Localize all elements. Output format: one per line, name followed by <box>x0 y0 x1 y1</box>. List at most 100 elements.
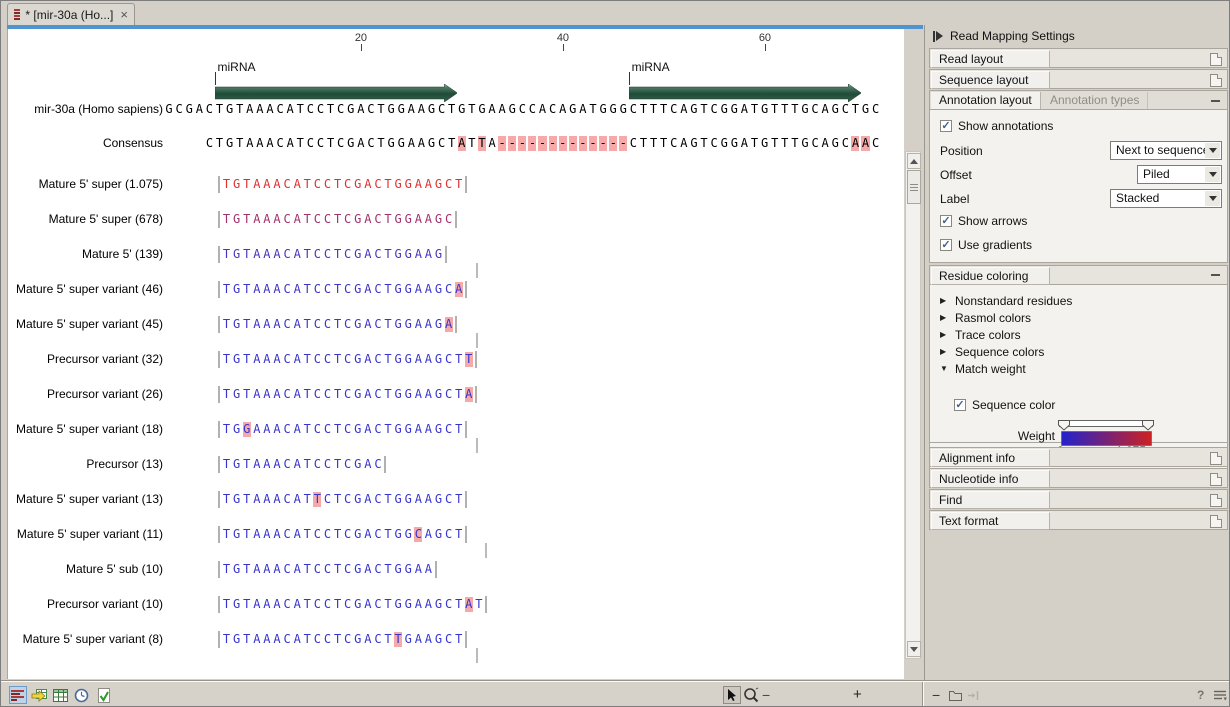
sequence-char: A <box>423 282 433 297</box>
scroll-down-button[interactable] <box>907 641 921 657</box>
triangle-collapsed-icon[interactable]: ▶ <box>940 330 949 339</box>
residue-item-trace-colors[interactable]: ▶Trace colors <box>940 327 1021 342</box>
triangle-collapsed-icon[interactable]: ▶ <box>940 347 949 356</box>
mirna-annotation-arrow[interactable] <box>215 84 457 102</box>
zoom-in-button[interactable]: + <box>853 686 862 704</box>
zoom-out-button[interactable]: − <box>762 686 770 704</box>
residue-item-nonstandard-residues[interactable]: ▶Nonstandard residues <box>940 293 1072 308</box>
vertical-scrollbar[interactable] <box>905 151 921 659</box>
read-row[interactable]: Mature 5' super variant (11)TGTAAACATCCT… <box>8 527 904 547</box>
residue-item-rasmol-colors[interactable]: ▶Rasmol colors <box>940 310 1031 325</box>
show-annotations-checkbox[interactable]: ✓ <box>940 120 952 132</box>
read-row[interactable]: Precursor variant (10)TGTAAACATCCTCGACTG… <box>8 597 904 617</box>
group-text-format[interactable]: Text format <box>929 510 1228 530</box>
group-read-layout[interactable]: Read layout <box>929 48 1228 68</box>
read-row[interactable]: Mature 5' sub (10)TGTAAACATCCTCGACTGGAA <box>8 562 904 582</box>
tab-close-icon[interactable]: × <box>120 8 128 21</box>
sequence-char: C <box>305 136 315 151</box>
slider-handle-left[interactable] <box>1059 421 1070 431</box>
sequence-char: C <box>282 352 292 367</box>
panel-page-icon[interactable] <box>1210 473 1222 486</box>
panel-menu-button[interactable] <box>1211 686 1229 704</box>
residue-coloring-title: Residue coloring <box>931 267 1050 285</box>
show-annotations-row[interactable]: ✓ Show annotations <box>940 119 1053 133</box>
offset-dropdown[interactable]: Piled <box>1137 165 1222 184</box>
residue-item-match-weight[interactable]: ▼Match weight <box>940 361 1026 376</box>
float-panel-button[interactable] <box>946 686 964 704</box>
use-gradients-checkbox[interactable]: ✓ <box>940 239 952 251</box>
scroll-up-button[interactable] <box>907 153 921 169</box>
sequence-char: G <box>353 387 363 402</box>
sequence-char: G <box>396 136 406 151</box>
sequence-char: C <box>444 177 454 192</box>
show-element-info-button[interactable] <box>95 686 113 704</box>
weight-gradient-slider[interactable] <box>1057 417 1157 447</box>
read-row[interactable]: Precursor variant (26)TGTAAACATCCTCGACTG… <box>8 387 904 407</box>
sequence-char: A <box>558 102 568 117</box>
triangle-expanded-icon[interactable]: ▼ <box>940 364 949 373</box>
panel-page-icon[interactable] <box>1210 452 1222 465</box>
read-row[interactable]: Precursor variant (32)TGTAAACATCCTCGACTG… <box>8 352 904 372</box>
dock-panel-button[interactable] <box>964 686 982 704</box>
show-arrows-checkbox[interactable]: ✓ <box>940 215 952 227</box>
sequence-char: T <box>295 136 305 151</box>
read-row[interactable]: Mature 5' super variant (45)TGTAAACATCCT… <box>8 317 904 337</box>
minimize-section-icon[interactable] <box>1211 274 1220 276</box>
show-history-button[interactable] <box>72 686 90 704</box>
help-button[interactable]: ? <box>1197 686 1204 704</box>
read-row[interactable]: Mature 5' (139)TGTAAACATCCTCGACTGGAAG <box>8 247 904 267</box>
group-alignment-info[interactable]: Alignment info <box>929 447 1228 467</box>
sequence-char: T <box>447 136 457 151</box>
read-row[interactable]: Mature 5' super variant (18)TGGAAACATCCT… <box>8 422 904 442</box>
sequence-char: A <box>413 212 423 227</box>
group-sequence-layout[interactable]: Sequence layout <box>929 69 1228 89</box>
sequence-char: A <box>363 352 373 367</box>
triangle-collapsed-icon[interactable]: ▶ <box>940 296 949 305</box>
slider-handle-right[interactable] <box>1143 421 1154 431</box>
show-table-button[interactable] <box>51 686 69 704</box>
group-nucleotide-info[interactable]: Nucleotide info <box>929 468 1228 488</box>
residue-item-sequence-colors[interactable]: ▶Sequence colors <box>940 344 1044 359</box>
sequence-char: - <box>618 136 628 151</box>
sequence-color-row[interactable]: ✓ Sequence color <box>954 398 1055 412</box>
collapse-sidepanel-button[interactable]: − <box>932 686 940 704</box>
minimize-section-icon[interactable] <box>1211 100 1220 102</box>
use-gradients-row[interactable]: ✓ Use gradients <box>940 238 1032 252</box>
sequence-char: T <box>383 492 393 507</box>
panel-page-icon[interactable] <box>1210 74 1222 87</box>
read-row[interactable]: Mature 5' super (678)TGTAAACATCCTCGACTGG… <box>8 212 904 232</box>
read-row[interactable]: Mature 5' super variant (13)TGTAAACATTCT… <box>8 492 904 512</box>
open-table-button[interactable] <box>30 686 48 704</box>
group-find[interactable]: Find <box>929 489 1228 509</box>
selection-tool-button[interactable] <box>723 686 741 704</box>
label-dropdown[interactable]: Stacked <box>1110 189 1222 208</box>
sequence-char: C <box>322 457 332 472</box>
show-read-mapping-button[interactable] <box>9 686 27 704</box>
sequence-char: A <box>262 212 272 227</box>
read-row[interactable]: Mature 5' super variant (46)TGTAAACATCCT… <box>8 282 904 302</box>
status-bar: − + 1:1 − <box>1 681 1229 707</box>
mirna-annotation-arrow[interactable] <box>629 84 861 102</box>
tab-mir30a[interactable]: * [mir-30a (Ho...] × <box>7 3 135 25</box>
read-boundary-tick <box>476 438 478 453</box>
show-arrows-row[interactable]: ✓ Show arrows <box>940 214 1027 228</box>
residue-coloring-header[interactable]: Residue coloring <box>929 265 1228 285</box>
triangle-collapsed-icon[interactable]: ▶ <box>940 313 949 322</box>
panel-page-icon[interactable] <box>1210 515 1222 528</box>
read-row[interactable]: Mature 5' super variant (8)TGTAAACATCCTC… <box>8 632 904 652</box>
read-row[interactable]: Mature 5' super (1.075)TGTAAACATCCTCGACT… <box>8 177 904 197</box>
read-row[interactable]: Precursor (13)TGTAAACATCCTCGAC <box>8 457 904 477</box>
sequence-char: C <box>413 527 423 542</box>
sequence-char: G <box>403 177 413 192</box>
tab-annotation-layout[interactable]: Annotation layout <box>931 92 1041 109</box>
read-end-tick <box>445 246 447 263</box>
scrollbar-thumb[interactable] <box>907 170 921 204</box>
panel-page-icon[interactable] <box>1210 53 1222 66</box>
panel-page-icon[interactable] <box>1210 494 1222 507</box>
tab-annotation-types[interactable]: Annotation types <box>1042 92 1148 109</box>
sequence-color-checkbox[interactable]: ✓ <box>954 399 966 411</box>
zoom-tool-button[interactable] <box>742 686 760 704</box>
sequence-char: T <box>214 102 224 117</box>
position-dropdown[interactable]: Next to sequence <box>1110 141 1222 160</box>
collapse-panel-icon[interactable] <box>933 31 943 42</box>
